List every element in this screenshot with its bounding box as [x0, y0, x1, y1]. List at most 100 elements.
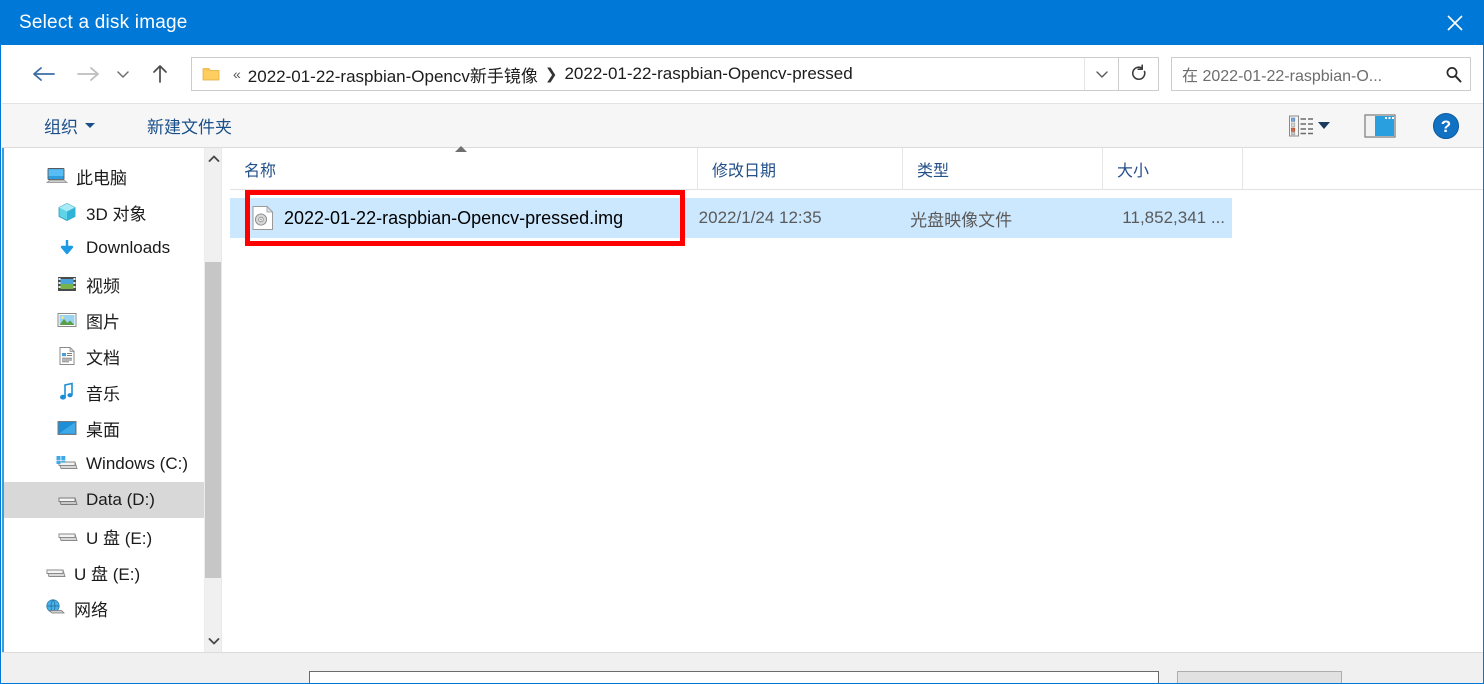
list-view-icon: [1289, 115, 1313, 136]
sort-ascending-icon: [455, 146, 467, 152]
sidebar-item-label: 图片: [86, 312, 120, 332]
sidebar-item-label: Data (D:): [86, 490, 155, 509]
content-area: 此电脑 3D 对象 Downloads 视频 图片 文档 音乐 桌面 Windo…: [2, 146, 1483, 652]
drive-icon: [56, 525, 78, 547]
scrollbar-thumb[interactable]: [205, 262, 221, 578]
file-type-filter-button[interactable]: [1177, 671, 1342, 683]
close-icon: [1447, 14, 1463, 31]
breadcrumb-item-1[interactable]: 2022-01-22-raspbian-Opencv-pressed: [564, 64, 852, 84]
refresh-button[interactable]: [1119, 57, 1159, 91]
3d-objects-icon: [56, 201, 78, 223]
search-input[interactable]: 在 2022-01-22-raspbian-O...: [1182, 62, 1436, 86]
toolbar-right-group: ?: [1288, 112, 1460, 140]
column-header-label: 类型: [917, 163, 950, 180]
sidebar-scrollbar[interactable]: [204, 148, 221, 652]
preview-pane-button[interactable]: [1364, 113, 1396, 139]
refresh-icon: [1131, 64, 1146, 81]
command-toolbar: 组织 新建文件夹 ?: [2, 103, 1483, 148]
file-name-cell: 2022-01-22-raspbian-Opencv-pressed.img: [284, 207, 624, 228]
dialog-footer: [2, 652, 1483, 683]
column-header-label: 名称: [244, 163, 277, 180]
sidebar-item-network[interactable]: 网络: [4, 590, 221, 626]
sidebar-item-desktop[interactable]: 桌面: [4, 410, 221, 446]
recent-locations-chevron-icon: [117, 71, 129, 78]
breadcrumb-separator: ❯: [544, 66, 558, 83]
sidebar-item-pictures[interactable]: 图片: [4, 302, 221, 338]
scroll-up-button[interactable]: [205, 150, 221, 168]
file-name-input[interactable]: [309, 671, 1159, 683]
sidebar-item-downloads[interactable]: Downloads: [4, 230, 221, 266]
sidebar-item-this-pc[interactable]: 此电脑: [4, 158, 221, 194]
chevron-down-icon: [85, 123, 95, 128]
sidebar-item-data-d[interactable]: Data (D:): [4, 482, 221, 518]
scroll-down-button[interactable]: [205, 632, 221, 650]
column-header-date[interactable]: 修改日期: [698, 148, 903, 190]
svg-text:?: ?: [1441, 117, 1451, 136]
column-header-row: 名称 修改日期 类型 大小: [230, 146, 1483, 190]
new-folder-button[interactable]: 新建文件夹: [141, 111, 238, 141]
sidebar-item-label: 网络: [74, 600, 108, 620]
sidebar-item-label: 3D 对象: [86, 204, 147, 224]
title-bar: Select a disk image: [1, 0, 1483, 45]
forward-button[interactable]: [71, 57, 105, 91]
recent-locations-button[interactable]: [111, 57, 135, 91]
sidebar-item-videos[interactable]: 视频: [4, 266, 221, 302]
organize-label: 组织: [44, 118, 78, 137]
navigation-bar: « 2022-01-22-raspbian-Opencv新手镜像 ❯ 2022-…: [1, 45, 1483, 103]
sidebar-item-3d-objects[interactable]: 3D 对象: [4, 194, 221, 230]
sidebar-item-label: 桌面: [86, 420, 120, 440]
address-bar[interactable]: « 2022-01-22-raspbian-Opencv新手镜像 ❯ 2022-…: [191, 57, 1119, 91]
column-header-type[interactable]: 类型: [903, 148, 1103, 190]
chevron-up-icon: [208, 155, 219, 162]
back-button[interactable]: [27, 57, 61, 91]
file-picker-window: Select a disk image « 2022-01-22-raspbia…: [0, 0, 1484, 684]
search-icon: [1446, 66, 1461, 82]
sidebar-item-usb-e-1[interactable]: U 盘 (E:): [4, 518, 221, 554]
back-arrow-icon: [33, 67, 55, 81]
navigation-pane: 此电脑 3D 对象 Downloads 视频 图片 文档 音乐 桌面 Windo…: [2, 148, 221, 652]
search-box[interactable]: 在 2022-01-22-raspbian-O...: [1171, 57, 1471, 91]
new-folder-label: 新建文件夹: [147, 118, 232, 137]
pane-splitter[interactable]: [221, 148, 230, 652]
close-button[interactable]: [1425, 0, 1483, 45]
up-button[interactable]: [143, 57, 177, 91]
file-type-cell: 光盘映像文件: [910, 210, 1013, 230]
address-dropdown-button[interactable]: [1084, 58, 1118, 90]
documents-icon: [56, 345, 78, 367]
sidebar-item-music[interactable]: 音乐: [4, 374, 221, 410]
view-options-button[interactable]: [1288, 114, 1314, 138]
file-date-cell: 2022/1/24 12:35: [698, 208, 822, 227]
help-icon: ?: [1433, 112, 1459, 139]
sidebar-item-label: 音乐: [86, 384, 120, 404]
breadcrumb-overflow[interactable]: «: [233, 66, 241, 82]
view-options-dropdown[interactable]: [1318, 122, 1330, 129]
navigation-tree: 此电脑 3D 对象 Downloads 视频 图片 文档 音乐 桌面 Windo…: [4, 148, 221, 626]
column-header-size[interactable]: 大小: [1103, 148, 1243, 190]
preview-pane-icon: [1364, 113, 1396, 138]
desktop-icon: [56, 417, 78, 439]
window-title: Select a disk image: [19, 11, 188, 33]
drive-icon: [56, 489, 78, 511]
sidebar-item-label: U 盘 (E:): [86, 528, 153, 548]
file-size-cell: 11,852,341 ...: [1122, 208, 1226, 227]
help-button[interactable]: ?: [1432, 112, 1460, 140]
folder-icon: [202, 68, 220, 81]
sidebar-item-label: Downloads: [86, 238, 171, 257]
search-button[interactable]: [1436, 58, 1470, 90]
up-arrow-icon: [153, 65, 167, 83]
column-header-name[interactable]: 名称: [230, 146, 698, 190]
drive-icon: [44, 561, 66, 583]
drive-icon: [56, 453, 78, 475]
table-row[interactable]: 2022-01-22-raspbian-Opencv-pressed.img 2…: [230, 198, 1232, 238]
sidebar-item-label: 此电脑: [76, 168, 127, 188]
breadcrumb-item-0[interactable]: 2022-01-22-raspbian-Opencv新手镜像: [248, 62, 538, 87]
organize-button[interactable]: 组织: [38, 111, 101, 141]
sidebar-item-usb-e-2[interactable]: U 盘 (E:): [4, 554, 221, 590]
sidebar-item-label: 文档: [86, 348, 120, 368]
music-icon: [56, 381, 78, 403]
sidebar-item-windows-c[interactable]: Windows (C:): [4, 446, 221, 482]
column-header-label: 修改日期: [712, 163, 777, 180]
chevron-down-icon: [208, 638, 219, 645]
sidebar-item-label: Windows (C:): [86, 454, 189, 473]
sidebar-item-documents[interactable]: 文档: [4, 338, 221, 374]
